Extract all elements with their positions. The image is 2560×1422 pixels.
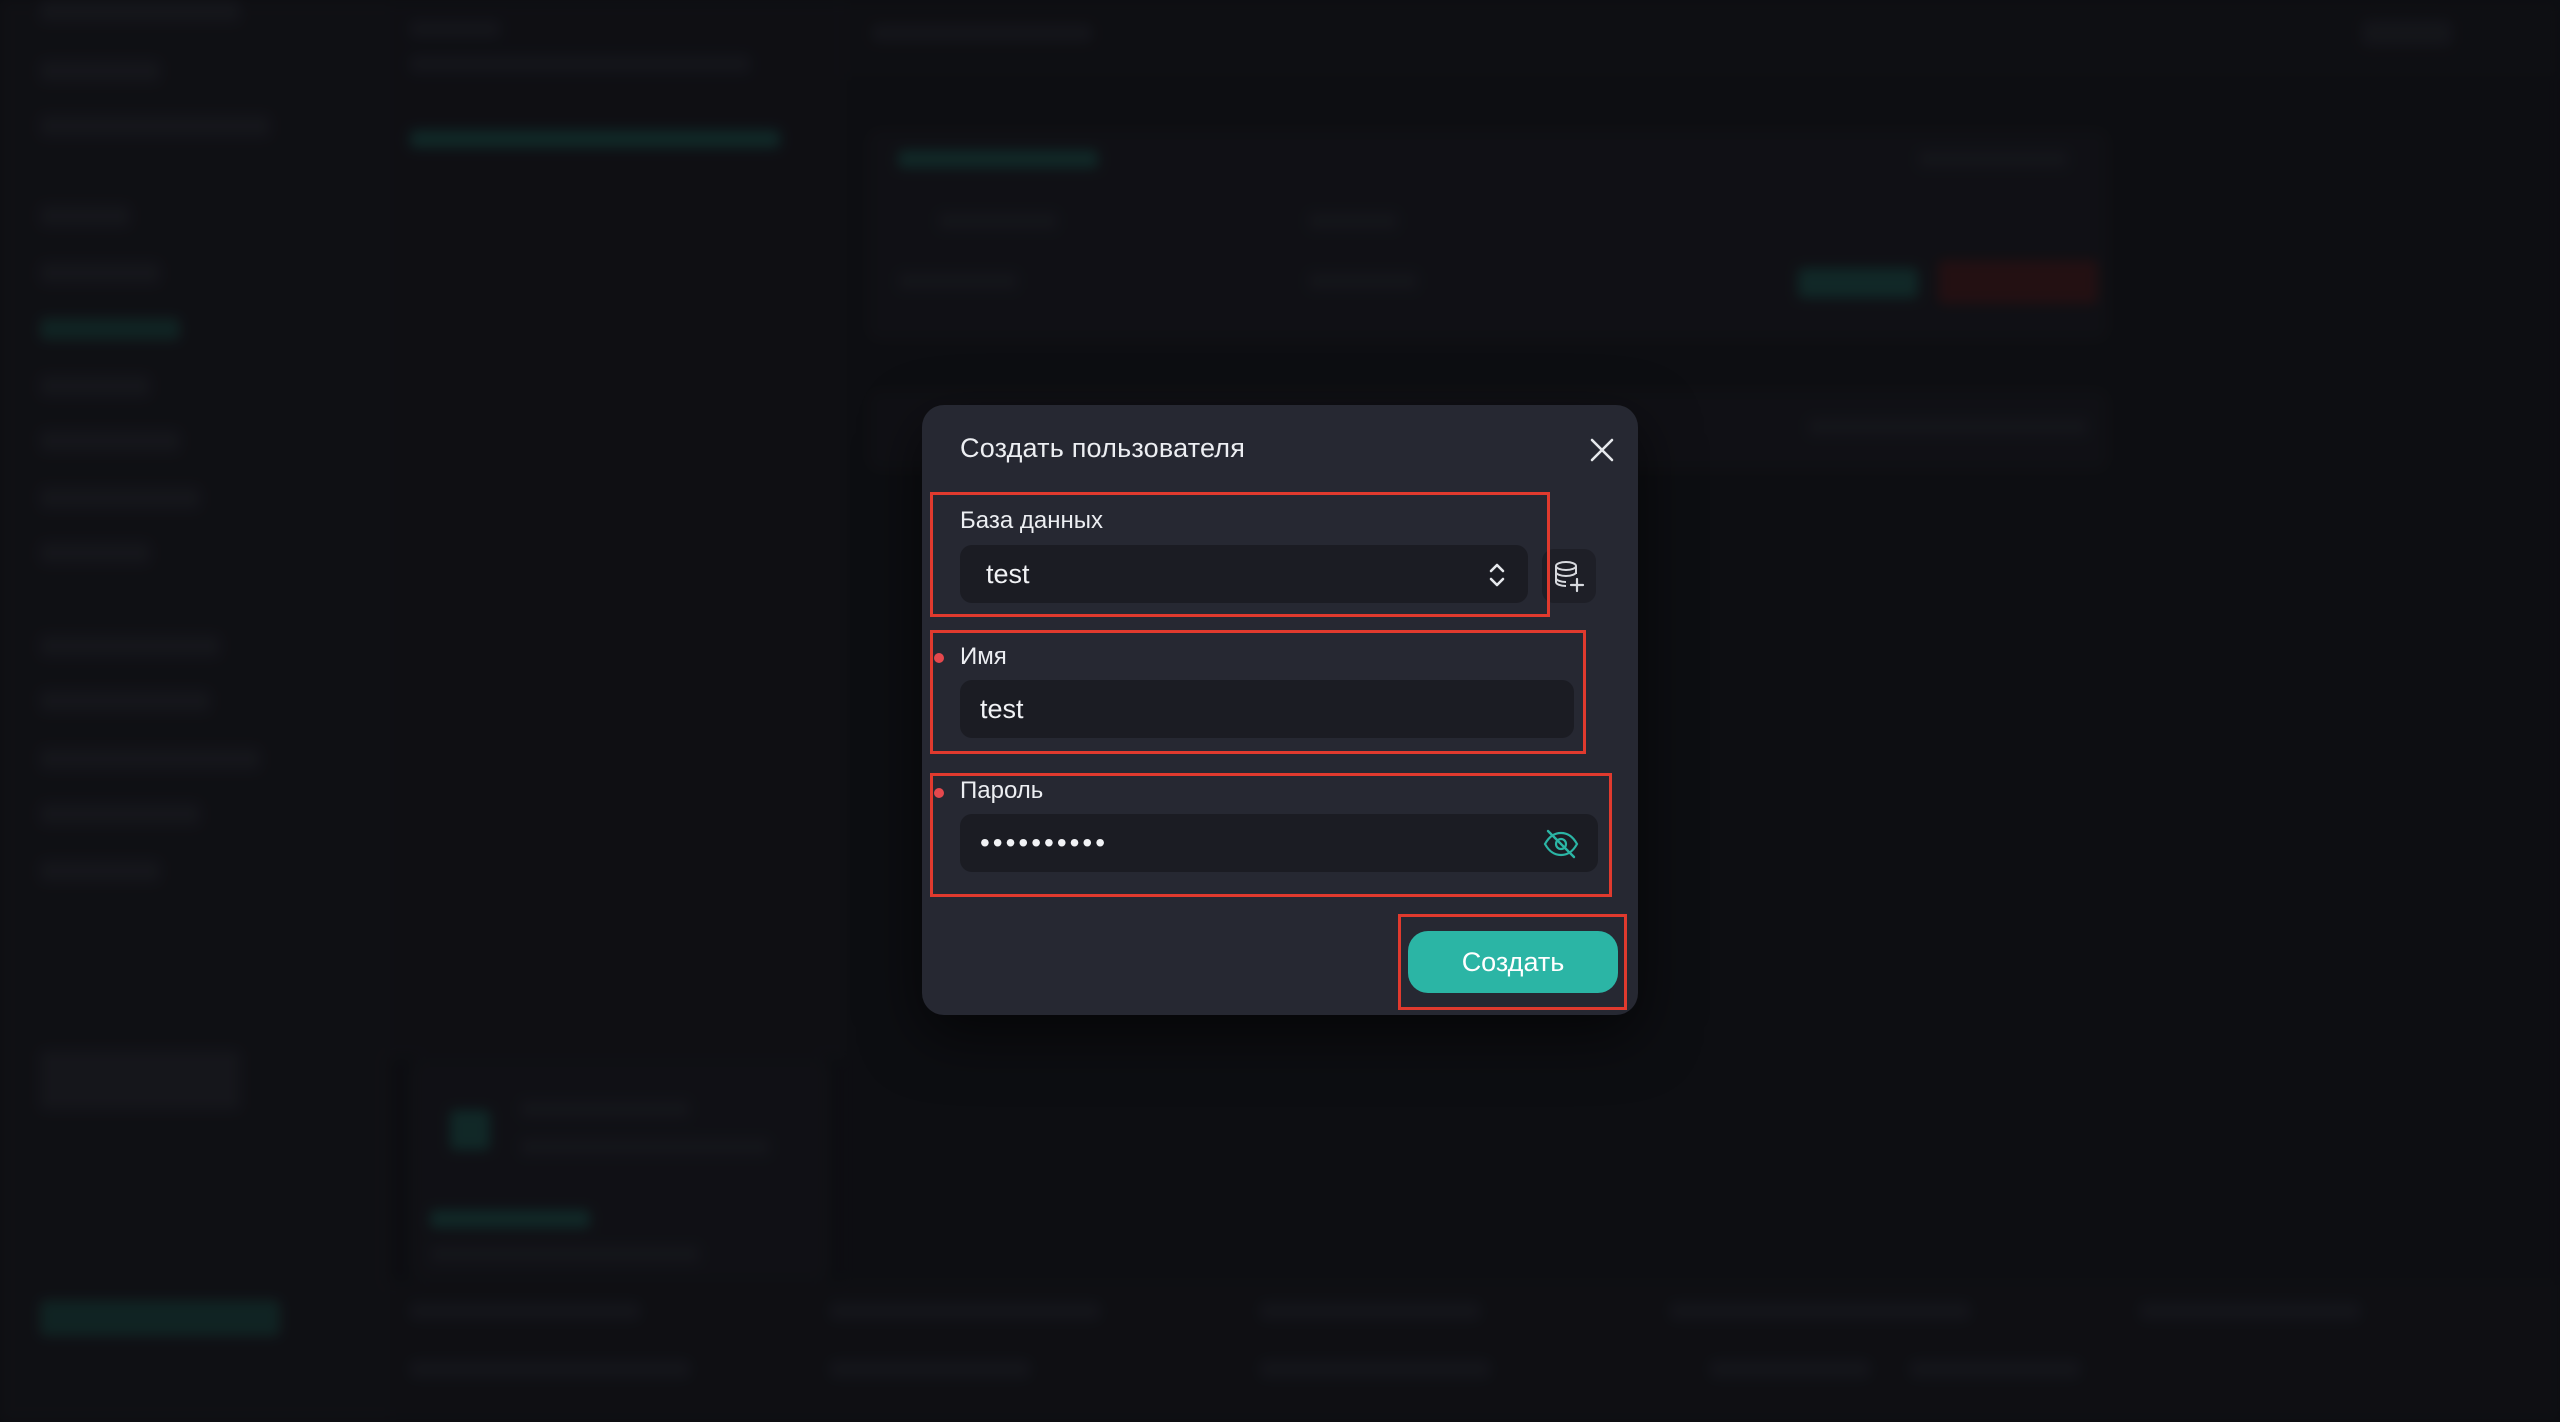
database-label: База данных (960, 507, 1103, 534)
add-database-button[interactable] (1542, 549, 1596, 603)
chevron-updown-icon (1489, 563, 1505, 587)
database-select-value: test (986, 558, 1030, 589)
toggle-password-visibility-button[interactable] (1542, 825, 1580, 863)
required-indicator (934, 788, 944, 798)
name-input-value: test (980, 693, 1024, 724)
database-select[interactable]: test (960, 545, 1528, 603)
close-button[interactable] (1582, 430, 1622, 470)
name-label: Имя (960, 643, 1007, 670)
close-icon (1590, 438, 1614, 462)
name-input[interactable]: test (960, 680, 1574, 738)
modal-title: Создать пользователя (960, 433, 1246, 463)
required-indicator (934, 653, 944, 663)
password-input[interactable]: •••••••••• (960, 814, 1598, 872)
database-add-icon (1555, 561, 1585, 593)
password-label: Пароль (960, 777, 1044, 804)
password-input-value: •••••••••• (980, 827, 1109, 858)
eye-off-icon (1543, 829, 1579, 859)
create-button[interactable]: Создать (1408, 931, 1618, 993)
